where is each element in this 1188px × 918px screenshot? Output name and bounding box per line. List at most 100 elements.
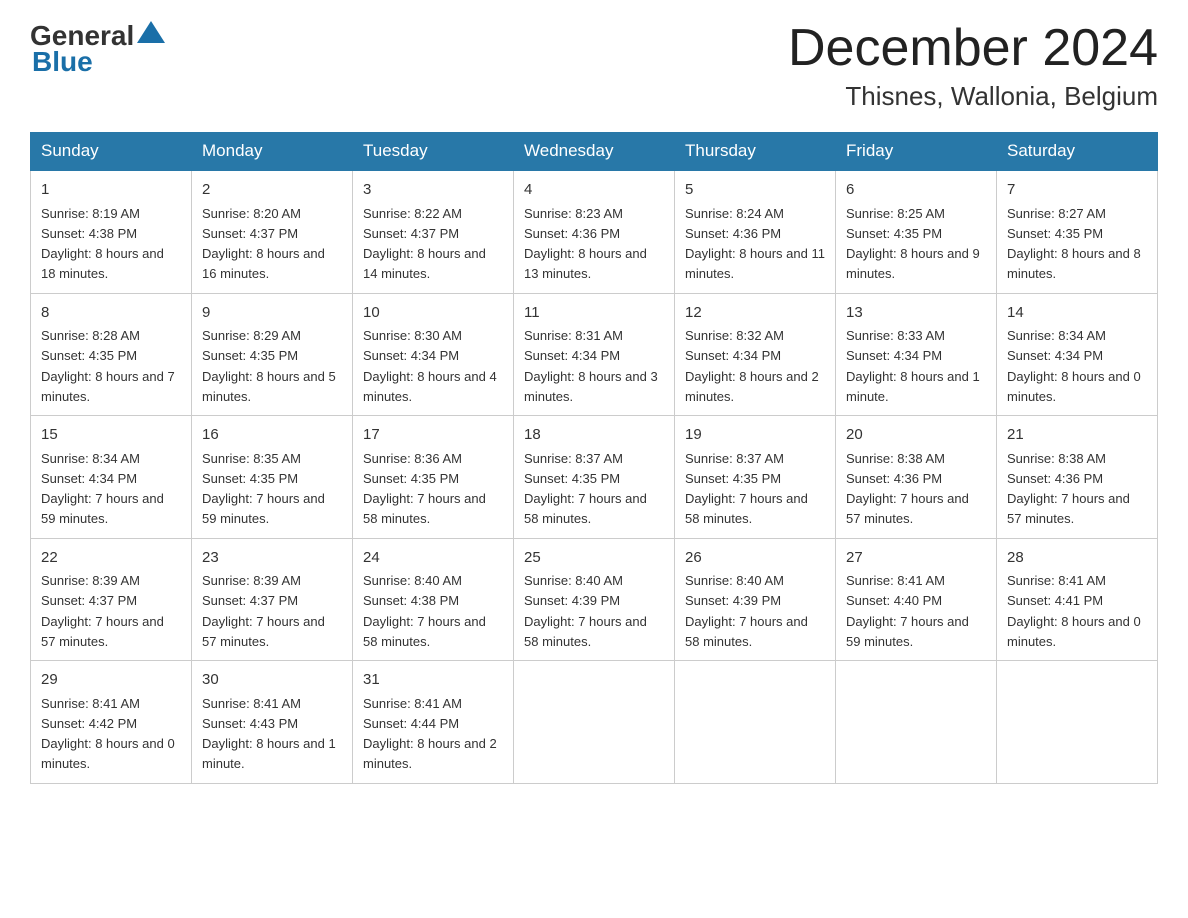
day-info: Sunrise: 8:36 AMSunset: 4:35 PMDaylight:… bbox=[363, 451, 486, 527]
day-number: 30 bbox=[202, 669, 342, 692]
calendar-day-cell: 16 Sunrise: 8:35 AMSunset: 4:35 PMDaylig… bbox=[192, 416, 353, 539]
day-number: 1 bbox=[41, 179, 181, 202]
calendar-day-cell: 30 Sunrise: 8:41 AMSunset: 4:43 PMDaylig… bbox=[192, 661, 353, 784]
day-number: 6 bbox=[846, 179, 986, 202]
day-number: 15 bbox=[41, 424, 181, 447]
calendar-day-cell: 23 Sunrise: 8:39 AMSunset: 4:37 PMDaylig… bbox=[192, 538, 353, 661]
calendar-day-cell: 4 Sunrise: 8:23 AMSunset: 4:36 PMDayligh… bbox=[514, 170, 675, 293]
day-number: 2 bbox=[202, 179, 342, 202]
day-number: 16 bbox=[202, 424, 342, 447]
day-number: 9 bbox=[202, 302, 342, 325]
day-info: Sunrise: 8:35 AMSunset: 4:35 PMDaylight:… bbox=[202, 451, 325, 527]
calendar-header-row: SundayMondayTuesdayWednesdayThursdayFrid… bbox=[31, 133, 1158, 171]
column-header-thursday: Thursday bbox=[675, 133, 836, 171]
calendar-day-cell bbox=[836, 661, 997, 784]
calendar-day-cell: 7 Sunrise: 8:27 AMSunset: 4:35 PMDayligh… bbox=[997, 170, 1158, 293]
calendar-day-cell bbox=[675, 661, 836, 784]
day-info: Sunrise: 8:41 AMSunset: 4:42 PMDaylight:… bbox=[41, 696, 175, 772]
calendar-day-cell: 11 Sunrise: 8:31 AMSunset: 4:34 PMDaylig… bbox=[514, 293, 675, 416]
calendar-day-cell: 27 Sunrise: 8:41 AMSunset: 4:40 PMDaylig… bbox=[836, 538, 997, 661]
day-number: 13 bbox=[846, 302, 986, 325]
day-info: Sunrise: 8:41 AMSunset: 4:41 PMDaylight:… bbox=[1007, 573, 1141, 649]
column-header-wednesday: Wednesday bbox=[514, 133, 675, 171]
logo-triangle-icon bbox=[137, 21, 165, 43]
calendar-day-cell: 21 Sunrise: 8:38 AMSunset: 4:36 PMDaylig… bbox=[997, 416, 1158, 539]
calendar-day-cell: 18 Sunrise: 8:37 AMSunset: 4:35 PMDaylig… bbox=[514, 416, 675, 539]
calendar-day-cell: 9 Sunrise: 8:29 AMSunset: 4:35 PMDayligh… bbox=[192, 293, 353, 416]
day-info: Sunrise: 8:38 AMSunset: 4:36 PMDaylight:… bbox=[846, 451, 969, 527]
day-number: 20 bbox=[846, 424, 986, 447]
day-number: 7 bbox=[1007, 179, 1147, 202]
column-header-sunday: Sunday bbox=[31, 133, 192, 171]
calendar-week-row: 15 Sunrise: 8:34 AMSunset: 4:34 PMDaylig… bbox=[31, 416, 1158, 539]
day-info: Sunrise: 8:40 AMSunset: 4:38 PMDaylight:… bbox=[363, 573, 486, 649]
day-info: Sunrise: 8:20 AMSunset: 4:37 PMDaylight:… bbox=[202, 206, 325, 282]
day-info: Sunrise: 8:28 AMSunset: 4:35 PMDaylight:… bbox=[41, 328, 175, 404]
day-info: Sunrise: 8:33 AMSunset: 4:34 PMDaylight:… bbox=[846, 328, 980, 404]
day-info: Sunrise: 8:40 AMSunset: 4:39 PMDaylight:… bbox=[524, 573, 647, 649]
day-info: Sunrise: 8:22 AMSunset: 4:37 PMDaylight:… bbox=[363, 206, 486, 282]
calendar-week-row: 8 Sunrise: 8:28 AMSunset: 4:35 PMDayligh… bbox=[31, 293, 1158, 416]
calendar-day-cell: 1 Sunrise: 8:19 AMSunset: 4:38 PMDayligh… bbox=[31, 170, 192, 293]
day-number: 19 bbox=[685, 424, 825, 447]
day-number: 4 bbox=[524, 179, 664, 202]
day-info: Sunrise: 8:27 AMSunset: 4:35 PMDaylight:… bbox=[1007, 206, 1141, 282]
calendar-day-cell: 26 Sunrise: 8:40 AMSunset: 4:39 PMDaylig… bbox=[675, 538, 836, 661]
calendar-day-cell: 28 Sunrise: 8:41 AMSunset: 4:41 PMDaylig… bbox=[997, 538, 1158, 661]
day-number: 5 bbox=[685, 179, 825, 202]
calendar-day-cell: 22 Sunrise: 8:39 AMSunset: 4:37 PMDaylig… bbox=[31, 538, 192, 661]
day-number: 25 bbox=[524, 547, 664, 570]
day-number: 3 bbox=[363, 179, 503, 202]
day-number: 14 bbox=[1007, 302, 1147, 325]
column-header-monday: Monday bbox=[192, 133, 353, 171]
calendar-week-row: 22 Sunrise: 8:39 AMSunset: 4:37 PMDaylig… bbox=[31, 538, 1158, 661]
calendar-day-cell bbox=[997, 661, 1158, 784]
day-number: 23 bbox=[202, 547, 342, 570]
day-info: Sunrise: 8:25 AMSunset: 4:35 PMDaylight:… bbox=[846, 206, 980, 282]
day-number: 22 bbox=[41, 547, 181, 570]
day-number: 27 bbox=[846, 547, 986, 570]
day-number: 11 bbox=[524, 302, 664, 325]
calendar-day-cell: 13 Sunrise: 8:33 AMSunset: 4:34 PMDaylig… bbox=[836, 293, 997, 416]
calendar-day-cell: 19 Sunrise: 8:37 AMSunset: 4:35 PMDaylig… bbox=[675, 416, 836, 539]
calendar-day-cell: 5 Sunrise: 8:24 AMSunset: 4:36 PMDayligh… bbox=[675, 170, 836, 293]
day-info: Sunrise: 8:37 AMSunset: 4:35 PMDaylight:… bbox=[685, 451, 808, 527]
day-info: Sunrise: 8:41 AMSunset: 4:44 PMDaylight:… bbox=[363, 696, 497, 772]
calendar-day-cell: 24 Sunrise: 8:40 AMSunset: 4:38 PMDaylig… bbox=[353, 538, 514, 661]
day-info: Sunrise: 8:34 AMSunset: 4:34 PMDaylight:… bbox=[1007, 328, 1141, 404]
calendar-day-cell: 10 Sunrise: 8:30 AMSunset: 4:34 PMDaylig… bbox=[353, 293, 514, 416]
day-info: Sunrise: 8:30 AMSunset: 4:34 PMDaylight:… bbox=[363, 328, 497, 404]
calendar-week-row: 1 Sunrise: 8:19 AMSunset: 4:38 PMDayligh… bbox=[31, 170, 1158, 293]
calendar-day-cell: 29 Sunrise: 8:41 AMSunset: 4:42 PMDaylig… bbox=[31, 661, 192, 784]
calendar-title-area: December 2024 Thisnes, Wallonia, Belgium bbox=[788, 20, 1158, 112]
day-number: 21 bbox=[1007, 424, 1147, 447]
calendar-day-cell: 2 Sunrise: 8:20 AMSunset: 4:37 PMDayligh… bbox=[192, 170, 353, 293]
page-header: General Blue December 2024 Thisnes, Wall… bbox=[30, 20, 1158, 112]
calendar-day-cell bbox=[514, 661, 675, 784]
day-number: 28 bbox=[1007, 547, 1147, 570]
day-info: Sunrise: 8:31 AMSunset: 4:34 PMDaylight:… bbox=[524, 328, 658, 404]
calendar-day-cell: 12 Sunrise: 8:32 AMSunset: 4:34 PMDaylig… bbox=[675, 293, 836, 416]
day-info: Sunrise: 8:41 AMSunset: 4:40 PMDaylight:… bbox=[846, 573, 969, 649]
day-number: 8 bbox=[41, 302, 181, 325]
day-number: 17 bbox=[363, 424, 503, 447]
calendar-day-cell: 3 Sunrise: 8:22 AMSunset: 4:37 PMDayligh… bbox=[353, 170, 514, 293]
column-header-saturday: Saturday bbox=[997, 133, 1158, 171]
calendar-body: 1 Sunrise: 8:19 AMSunset: 4:38 PMDayligh… bbox=[31, 170, 1158, 783]
day-info: Sunrise: 8:39 AMSunset: 4:37 PMDaylight:… bbox=[202, 573, 325, 649]
calendar-table: SundayMondayTuesdayWednesdayThursdayFrid… bbox=[30, 132, 1158, 784]
month-year-title: December 2024 bbox=[788, 20, 1158, 77]
location-subtitle: Thisnes, Wallonia, Belgium bbox=[788, 81, 1158, 112]
day-info: Sunrise: 8:34 AMSunset: 4:34 PMDaylight:… bbox=[41, 451, 164, 527]
day-info: Sunrise: 8:38 AMSunset: 4:36 PMDaylight:… bbox=[1007, 451, 1130, 527]
day-info: Sunrise: 8:40 AMSunset: 4:39 PMDaylight:… bbox=[685, 573, 808, 649]
day-info: Sunrise: 8:37 AMSunset: 4:35 PMDaylight:… bbox=[524, 451, 647, 527]
day-info: Sunrise: 8:19 AMSunset: 4:38 PMDaylight:… bbox=[41, 206, 164, 282]
day-info: Sunrise: 8:39 AMSunset: 4:37 PMDaylight:… bbox=[41, 573, 164, 649]
calendar-day-cell: 14 Sunrise: 8:34 AMSunset: 4:34 PMDaylig… bbox=[997, 293, 1158, 416]
calendar-day-cell: 20 Sunrise: 8:38 AMSunset: 4:36 PMDaylig… bbox=[836, 416, 997, 539]
calendar-day-cell: 25 Sunrise: 8:40 AMSunset: 4:39 PMDaylig… bbox=[514, 538, 675, 661]
calendar-day-cell: 6 Sunrise: 8:25 AMSunset: 4:35 PMDayligh… bbox=[836, 170, 997, 293]
day-info: Sunrise: 8:41 AMSunset: 4:43 PMDaylight:… bbox=[202, 696, 336, 772]
day-info: Sunrise: 8:32 AMSunset: 4:34 PMDaylight:… bbox=[685, 328, 819, 404]
